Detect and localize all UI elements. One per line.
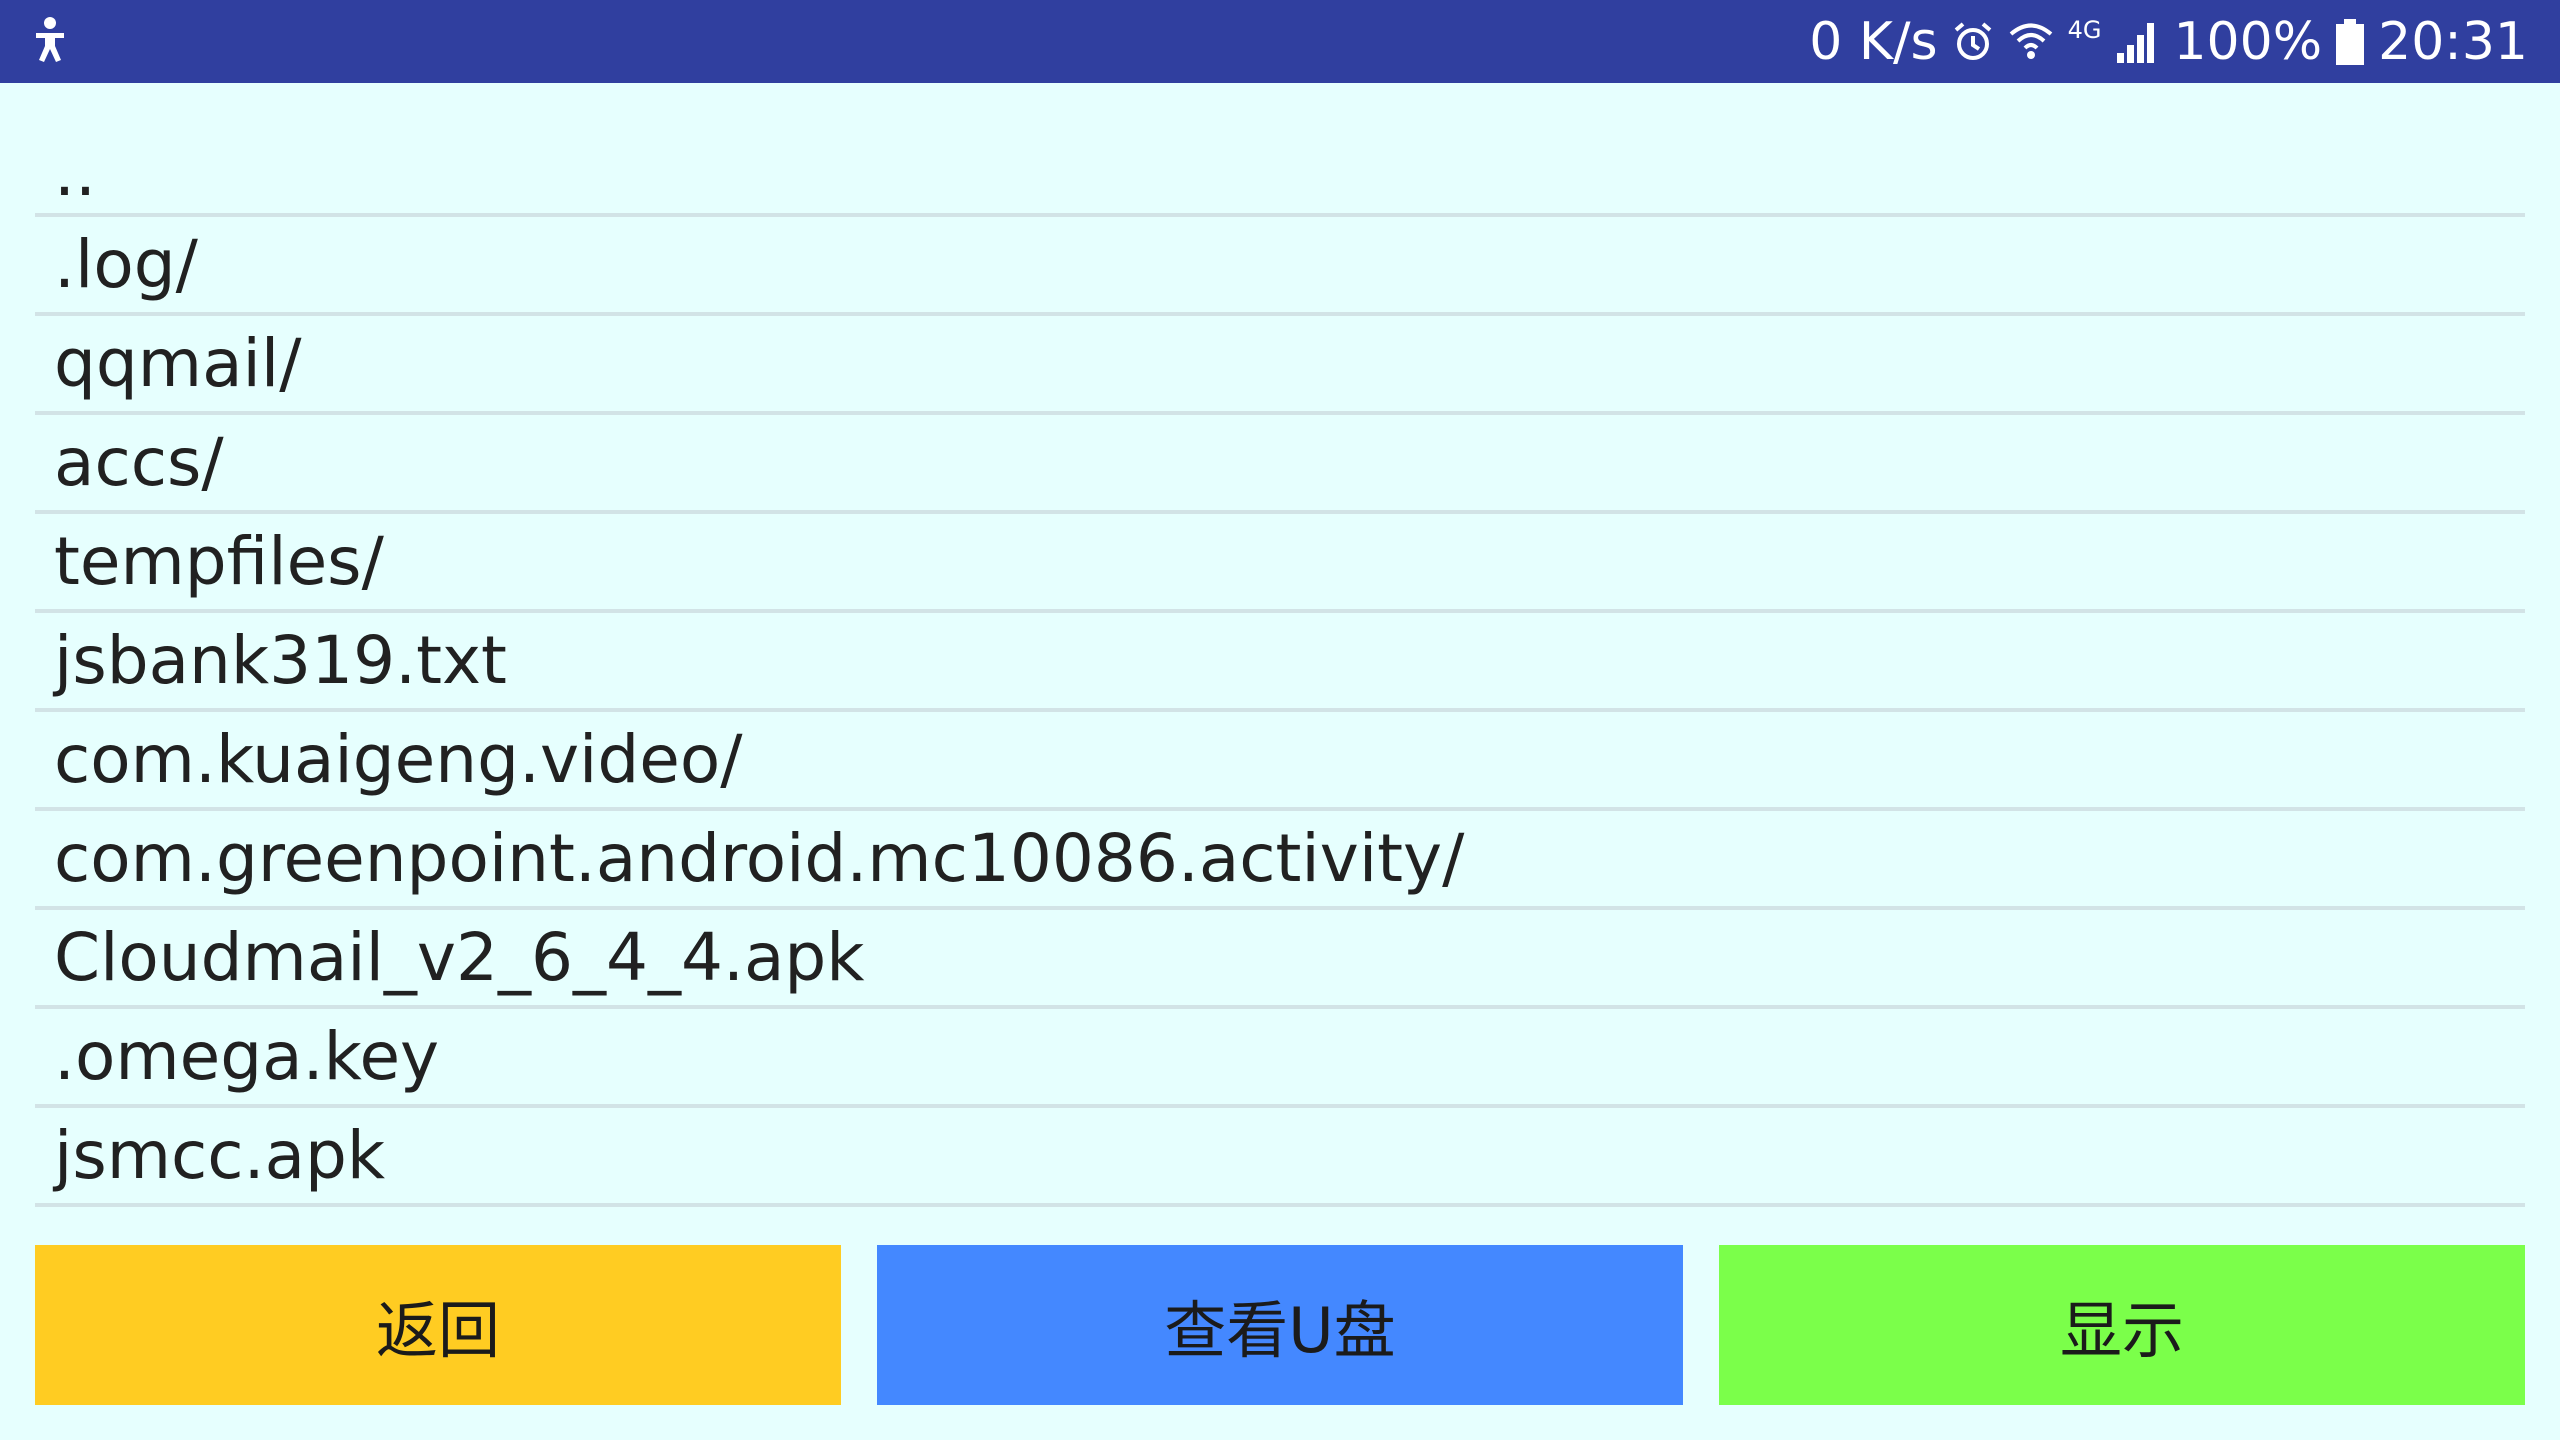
network-speed: 0 K/s (1809, 11, 1938, 72)
file-list[interactable]: .. .log/ qqmail/ accs/ tempfiles/ jsbank… (35, 143, 2525, 1211)
show-button[interactable]: 显示 (1719, 1245, 2525, 1405)
signal-icon (2115, 21, 2159, 63)
list-item[interactable]: Cloudmail_v2_6_4_4.apk (35, 910, 2525, 1009)
accessibility-icon (30, 16, 70, 68)
list-item[interactable]: .omega.key (35, 1009, 2525, 1108)
list-item[interactable]: jsmcc.apk (35, 1108, 2525, 1207)
list-item[interactable]: com.greenpoint.android.mc10086.activity/ (35, 811, 2525, 910)
list-item[interactable]: com.kuaigeng.video/ (35, 712, 2525, 811)
list-item[interactable]: tempfiles/ (35, 514, 2525, 613)
battery-icon (2336, 18, 2365, 65)
back-button[interactable]: 返回 (35, 1245, 841, 1405)
alarm-icon (1952, 21, 1994, 63)
view-usb-button[interactable]: 查看U盘 (877, 1245, 1683, 1405)
list-item[interactable]: .log/ (35, 217, 2525, 316)
clock: 20:31 (2378, 11, 2528, 72)
list-item[interactable]: qqmail/ (35, 316, 2525, 415)
list-item[interactable]: accs/ (35, 415, 2525, 514)
wifi-icon (2008, 20, 2054, 64)
network-type: 4G (2067, 15, 2102, 44)
list-item[interactable]: .. (35, 143, 2525, 217)
list-item[interactable]: jsbank319.txt (35, 613, 2525, 712)
battery-percent: 100% (2173, 11, 2323, 72)
status-bar: 0 K/s 4G 100% 20:31 (0, 0, 2560, 83)
